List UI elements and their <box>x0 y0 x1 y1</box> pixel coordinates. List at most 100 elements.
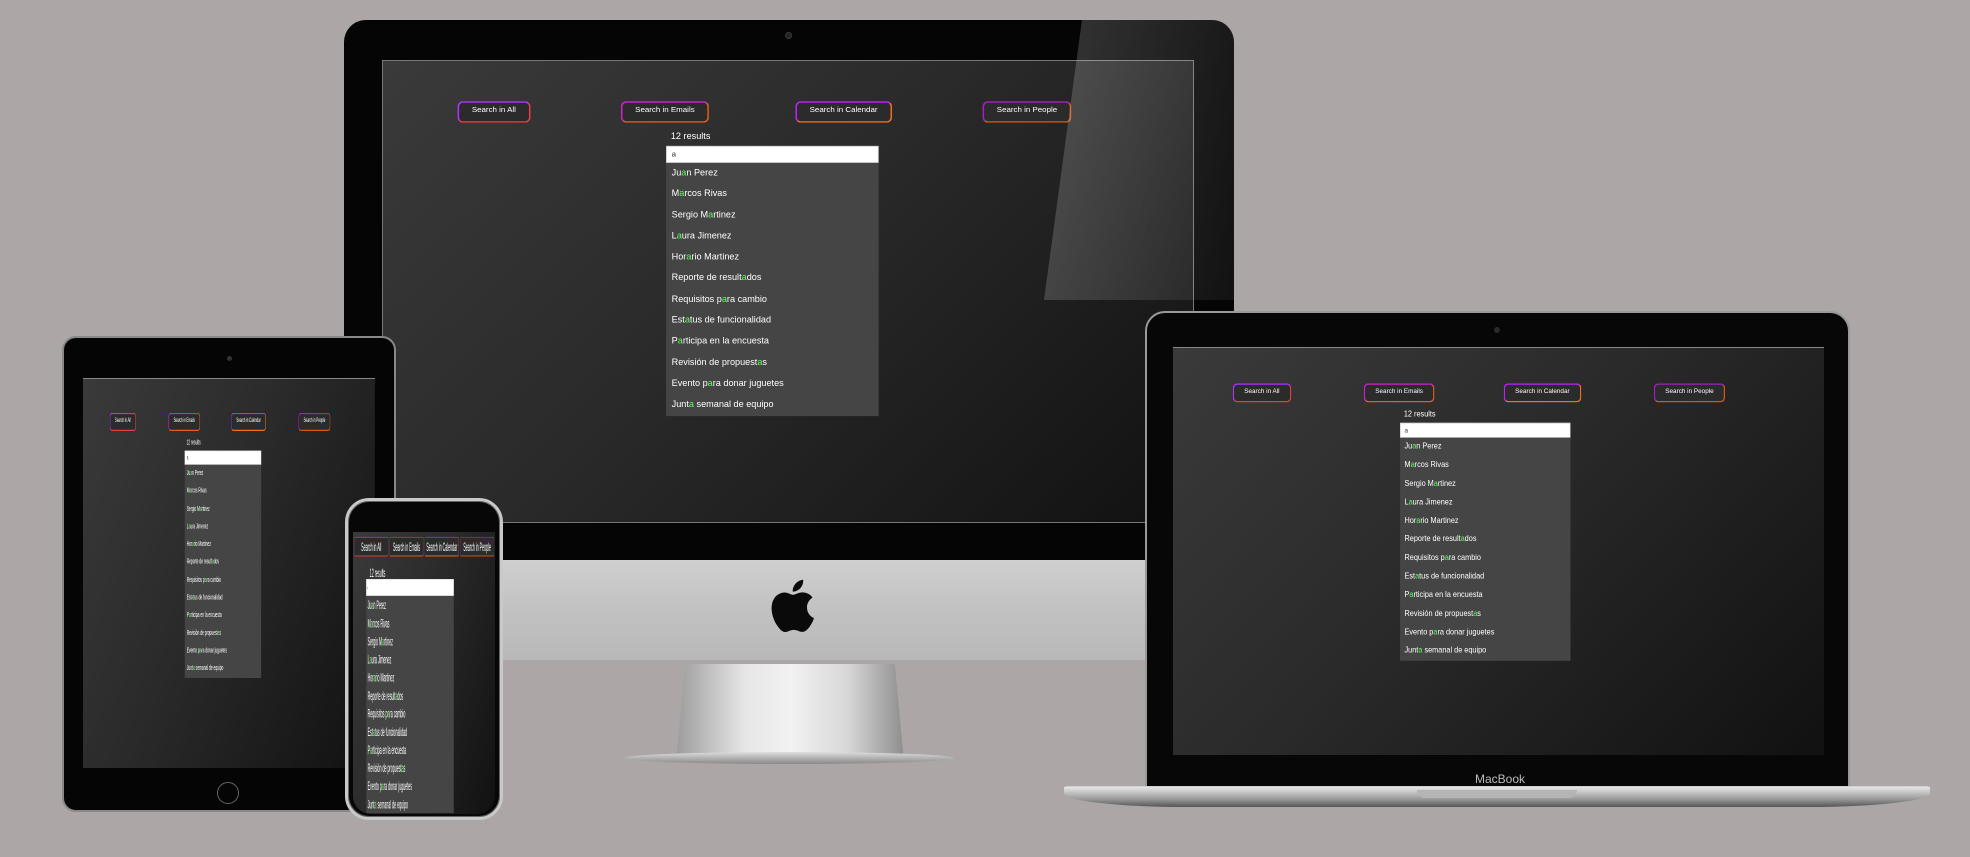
list-item[interactable]: Junta semanal de equipo <box>1400 642 1570 661</box>
list-item[interactable]: Laura Jimenez <box>1400 493 1570 512</box>
search-people-button[interactable]: Search in People <box>460 536 495 557</box>
list-item[interactable]: Sergio Martinez <box>666 205 879 226</box>
search-all-button[interactable]: Search in All <box>1232 383 1292 403</box>
list-item[interactable]: Sergio Martinez <box>1400 475 1570 494</box>
list-item[interactable]: Reporte de resultados <box>1400 531 1570 550</box>
item-text: semanal de equipo <box>194 664 224 673</box>
list-item[interactable]: Laura Jimenez <box>666 226 879 247</box>
list-item[interactable]: Marcos Rivas <box>1400 456 1570 475</box>
item-text: n Perez <box>192 469 204 478</box>
list-item[interactable]: Marcos Rivas <box>666 184 879 205</box>
search-scope-buttons: Search in All Search in Emails Search in C… <box>353 536 495 557</box>
item-text: rio Martinez <box>1420 516 1459 525</box>
item-text: Est <box>1404 572 1416 581</box>
list-item[interactable]: Evento para donar juguetes <box>1400 623 1570 642</box>
list-item[interactable]: Marcos Rivas <box>366 614 454 632</box>
item-text: rcos Rivas <box>191 487 207 495</box>
list-item[interactable]: Reporte de resultados <box>666 268 879 289</box>
item-text: Sergio M <box>367 633 383 649</box>
search-emails-button[interactable]: Search in Emails <box>389 536 424 557</box>
item-text: Sergio M <box>1404 479 1434 488</box>
list-item[interactable]: Participa en la encuesta <box>366 741 454 759</box>
search-all-button[interactable]: Search in All <box>109 412 136 431</box>
item-text: ra donar juguetes <box>1437 628 1495 637</box>
list-item[interactable]: Evento para donar juguetes <box>366 777 454 795</box>
list-item[interactable]: Reporte de resultados <box>366 686 454 704</box>
list-item[interactable]: Requisitos para cambio <box>185 571 261 589</box>
results-list: Juan Perez Marcos Rivas Sergio Martinez Lau… <box>184 464 262 678</box>
item-text: rcos Rivas <box>1414 461 1449 470</box>
search-people-button[interactable]: Search in People <box>298 412 331 431</box>
home-button[interactable] <box>217 782 239 804</box>
search-emails-button[interactable]: Search in Emails <box>620 101 709 123</box>
list-item[interactable]: Participa en la encuesta <box>185 607 261 625</box>
list-item[interactable]: Sergio Martinez <box>185 500 261 518</box>
item-text: rtinez <box>1437 479 1456 488</box>
search-scope-buttons: Search in All Search in Emails Search in C… <box>383 101 1193 123</box>
list-item[interactable]: Juan Perez <box>185 465 261 483</box>
list-item[interactable]: Junta semanal de equipo <box>185 660 261 678</box>
item-text: Hor <box>1404 516 1417 525</box>
search-app: Search in All Search in Emails Search in C… <box>1173 348 1824 755</box>
list-item[interactable]: Evento para donar juguetes <box>666 374 879 395</box>
macbook-label: MacBook <box>1474 772 1526 786</box>
list-item[interactable]: Marcos Rivas <box>185 483 261 501</box>
search-emails-button[interactable]: Search in Emails <box>1363 383 1435 403</box>
list-item[interactable]: Junta semanal de equipo <box>666 395 879 416</box>
results-count: 12 results <box>670 132 711 142</box>
search-input[interactable] <box>1400 422 1571 438</box>
search-calendar-button[interactable]: Search in Calendar <box>231 412 266 431</box>
list-item[interactable]: Reporte de resultados <box>185 554 261 572</box>
search-people-button[interactable]: Search in People <box>1653 383 1726 403</box>
search-calendar-button[interactable]: Search in Calendar <box>1503 383 1582 403</box>
list-item[interactable]: Revisión de propuestas <box>185 624 261 642</box>
results-count: 12 results <box>1403 410 1436 419</box>
iphone-screen: Search in All Search in Emails Search in C… <box>353 532 495 814</box>
list-item[interactable]: Participa en la encuesta <box>666 331 879 352</box>
item-text: s <box>403 760 406 775</box>
list-item[interactable]: Revisión de propuestas <box>666 353 879 374</box>
search-all-button[interactable]: Search in All <box>457 101 531 123</box>
list-item[interactable]: Revisión de propuestas <box>366 759 454 777</box>
list-item[interactable]: Revisión de propuestas <box>1400 605 1570 624</box>
list-item[interactable]: Junta semanal de equipo <box>366 795 454 813</box>
item-text: semanal de equipo <box>693 400 774 410</box>
list-item[interactable]: Juan Perez <box>1400 438 1570 457</box>
list-item[interactable]: Estatus de funcionalidad <box>1400 568 1570 587</box>
list-item[interactable]: Laura Jimenez <box>185 518 261 536</box>
search-calendar-button[interactable]: Search in Calendar <box>424 536 459 557</box>
list-item[interactable]: Requisitos para cambio <box>1400 549 1570 568</box>
results-list: Juan Perez Marcos Rivas Sergio Martinez Lau… <box>366 595 454 814</box>
item-text: Revisión de propuest <box>367 760 402 775</box>
macbook-notch <box>1417 790 1577 798</box>
search-emails-button[interactable]: Search in Emails <box>168 412 201 431</box>
list-item[interactable]: Requisitos para cambio <box>666 289 879 310</box>
search-calendar-button[interactable]: Search in Calendar <box>795 101 892 123</box>
list-item[interactable]: Horario Martinez <box>185 536 261 554</box>
list-item[interactable]: Horario Martinez <box>1400 512 1570 531</box>
list-item[interactable]: Horario Martinez <box>666 247 879 268</box>
list-item[interactable]: Evento para donar juguetes <box>185 642 261 660</box>
search-input[interactable] <box>666 145 879 163</box>
search-scope-buttons: Search in All Search in Emails Search in C… <box>83 412 375 431</box>
item-text: Sergio M <box>186 504 200 513</box>
list-item[interactable]: Horario Martinez <box>366 668 454 686</box>
item-text: Evento p <box>671 379 708 389</box>
list-item[interactable]: Estatus de funcionalidad <box>366 723 454 741</box>
search-people-button[interactable]: Search in People <box>982 101 1072 123</box>
list-item[interactable]: Estatus de funcionalidad <box>666 310 879 331</box>
list-item[interactable]: Juan Perez <box>366 596 454 614</box>
item-text: Ju <box>1404 442 1413 451</box>
list-item[interactable]: Participa en la encuesta <box>1400 586 1570 605</box>
search-scope-buttons: Search in All Search in Emails Search in C… <box>1173 383 1824 403</box>
list-item[interactable]: Laura Jimenez <box>366 650 454 668</box>
search-all-button[interactable]: Search in All <box>354 536 389 557</box>
list-item[interactable]: Juan Perez <box>666 163 879 184</box>
item-text: Reporte de result <box>1404 535 1461 544</box>
item-text: semanal de equipo <box>1422 646 1487 655</box>
list-item[interactable]: Estatus de funcionalidad <box>185 589 261 607</box>
search-input[interactable] <box>366 579 454 596</box>
list-item[interactable]: Sergio Martinez <box>366 632 454 650</box>
list-item[interactable]: Requisitos para cambio <box>366 704 454 722</box>
search-input[interactable] <box>184 450 262 465</box>
